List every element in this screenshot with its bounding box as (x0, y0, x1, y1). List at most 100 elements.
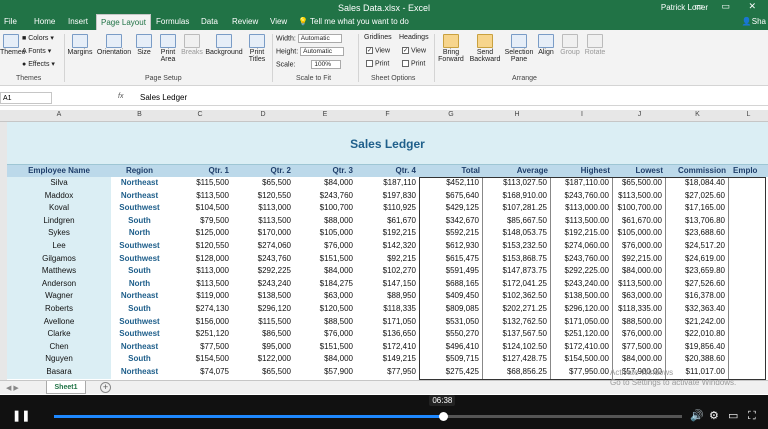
table-cell[interactable]: $86,500 (232, 328, 294, 341)
table-cell[interactable]: $429,125 (419, 202, 483, 215)
table-cell[interactable]: $172,410 (356, 341, 419, 354)
table-cell[interactable]: $243,760.00 (551, 189, 613, 203)
fonts-button[interactable]: A Fonts ▾ (22, 47, 51, 55)
tab-page-layout[interactable]: Page Layout (96, 14, 151, 30)
headings-print-checkbox[interactable]: Print (402, 60, 425, 67)
table-cell[interactable]: $92,215.00 (613, 252, 666, 266)
tab-home[interactable]: Home (30, 14, 59, 30)
title-banner[interactable]: Sales Ledger (7, 122, 768, 165)
table-cell[interactable]: $124,102.50 (483, 340, 551, 354)
table-cell[interactable]: $292,225.00 (551, 265, 613, 278)
table-cell[interactable]: $23,688.60 (666, 227, 729, 240)
table-cell[interactable]: $292,225 (232, 265, 294, 278)
table-cell[interactable]: $171,050.00 (551, 315, 613, 329)
table-cell[interactable]: $85,667.50 (483, 214, 551, 228)
table-cell[interactable]: South (111, 265, 168, 278)
table-cell[interactable]: $251,120.00 (551, 328, 613, 341)
tab-view[interactable]: View (266, 14, 291, 30)
table-cell[interactable]: Northeast (111, 189, 168, 203)
table-cell[interactable]: $142,320 (356, 240, 419, 253)
column-header[interactable]: K (666, 111, 729, 118)
table-cell[interactable]: $274,130 (168, 303, 232, 316)
table-cell[interactable]: $154,500 (168, 353, 232, 366)
tab-formulas[interactable]: Formulas (152, 14, 193, 30)
table-cell[interactable]: $243,760 (294, 190, 356, 203)
table-cell[interactable]: Southwest (111, 252, 168, 266)
table-cell[interactable]: $113,500 (168, 190, 232, 203)
table-cell[interactable]: $115,500 (168, 177, 232, 190)
table-cell[interactable]: Southwest (111, 328, 168, 341)
table-cell[interactable]: Lee (7, 240, 111, 253)
table-cell[interactable]: $496,410 (419, 340, 483, 354)
table-cell[interactable]: $156,000 (168, 316, 232, 329)
table-cell[interactable]: $202,271.25 (483, 303, 551, 316)
table-cell[interactable]: $32,363.40 (666, 303, 729, 316)
table-cell[interactable]: $151,500 (294, 341, 356, 354)
table-cell[interactable]: $27,526.60 (666, 277, 729, 291)
column-header[interactable]: E (294, 111, 356, 118)
table-cell[interactable]: $296,120 (232, 303, 294, 316)
table-cell[interactable]: $65,500.00 (613, 177, 666, 190)
column-header[interactable]: I (551, 111, 613, 118)
table-cell[interactable]: $296,120.00 (551, 303, 613, 316)
table-cell[interactable]: $192,215 (356, 227, 419, 240)
table-cell[interactable]: $115,500 (232, 316, 294, 329)
table-cell[interactable]: Northeast (111, 290, 168, 303)
table-cell[interactable]: $149,215 (356, 353, 419, 366)
table-cell[interactable]: $76,000.00 (613, 240, 666, 253)
column-header[interactable]: L (729, 111, 768, 118)
table-cell[interactable]: $153,232.50 (483, 240, 551, 253)
table-cell[interactable]: $18,084.40 (666, 177, 729, 190)
column-header[interactable]: H (483, 111, 551, 118)
group-button[interactable]: Group (558, 34, 582, 56)
column-header[interactable]: C (168, 111, 232, 118)
table-cell[interactable]: Wagner (7, 290, 111, 303)
window-controls[interactable]: ▭ ▭ ✕ (694, 1, 764, 12)
table-cell[interactable]: Avellone (7, 315, 111, 329)
table-cell[interactable]: $113,000.00 (551, 202, 613, 215)
table-cell[interactable]: Northeast (111, 340, 168, 354)
pause-icon[interactable]: ❚❚ (12, 409, 30, 423)
width-dropdown[interactable]: Automatic (297, 34, 342, 43)
table-cell[interactable]: $243,240 (232, 278, 294, 291)
column-header[interactable]: A (7, 111, 111, 118)
table-cell[interactable]: $113,000 (168, 265, 232, 278)
table-cell[interactable]: $171,050 (356, 316, 419, 329)
colors-button[interactable]: ■ Colors ▾ (22, 34, 54, 42)
table-cell[interactable]: Chen (7, 340, 111, 354)
table-cell[interactable]: Silva (7, 177, 111, 190)
breaks-button[interactable]: Breaks (181, 34, 203, 56)
table-cell[interactable]: $105,000.00 (613, 227, 666, 240)
table-cell[interactable]: $138,500 (232, 290, 294, 303)
table-cell[interactable]: Maddox (7, 189, 111, 203)
height-dropdown[interactable]: Automatic (300, 47, 345, 56)
effects-button[interactable]: ● Effects ▾ (22, 60, 55, 68)
table-cell[interactable]: Clarke (7, 328, 111, 341)
header-cell[interactable]: Region (111, 165, 168, 178)
table-cell[interactable]: $550,270 (419, 328, 483, 341)
table-cell[interactable]: $172,041.25 (483, 277, 551, 291)
table-cell[interactable]: South (111, 353, 168, 366)
table-cell[interactable]: $113,500.00 (613, 189, 666, 203)
table-cell[interactable]: $148,053.75 (483, 227, 551, 240)
table-cell[interactable]: $125,000 (168, 227, 232, 240)
selection-pane-button[interactable]: Selection Pane (504, 34, 534, 63)
table-cell[interactable]: $88,000 (294, 215, 356, 228)
themes-button[interactable]: Themes (0, 34, 25, 56)
formula-input[interactable]: Sales Ledger (140, 92, 187, 104)
table-cell[interactable]: $187,110 (356, 177, 419, 190)
table-cell[interactable]: $197,830 (356, 190, 419, 203)
table-cell[interactable]: North (111, 227, 168, 240)
header-cell[interactable]: Qtr. 1 (168, 165, 232, 178)
table-cell[interactable]: $409,450 (419, 290, 483, 303)
table-cell[interactable]: $23,659.80 (666, 265, 729, 278)
table-cell[interactable]: $102,362.50 (483, 290, 551, 303)
table-cell[interactable]: $27,025.60 (666, 189, 729, 203)
tab-data[interactable]: Data (197, 14, 222, 30)
table-cell[interactable]: $100,700 (294, 202, 356, 215)
gridlines-view-checkbox[interactable]: ✓ View (366, 47, 390, 54)
table-cell[interactable]: $120,500 (294, 303, 356, 316)
tab-file[interactable]: File (0, 14, 21, 30)
header-cell[interactable]: Qtr. 4 (356, 165, 419, 178)
table-cell[interactable]: Nguyen (7, 353, 111, 366)
